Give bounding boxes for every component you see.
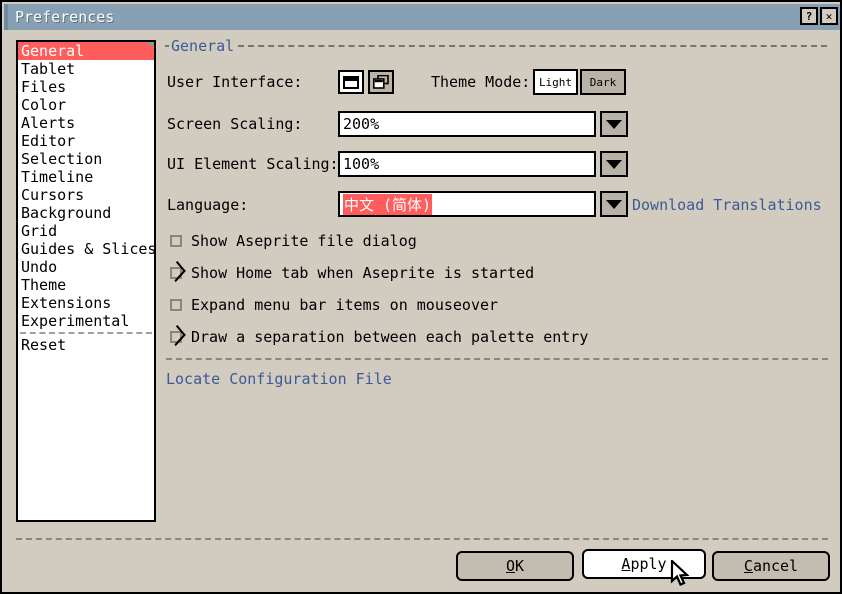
group-dash-right [238,45,827,47]
cancel-button-label: Cancel [743,557,799,575]
help-icon[interactable]: ? [800,7,818,25]
single-window-glyph [343,75,359,89]
multiple-windows-icon[interactable] [368,70,394,94]
chevron-down-glyph [606,119,622,129]
list-scrollbar[interactable] [148,42,154,46]
checkbox-label: Draw a separation between each palette e… [191,328,589,346]
sidebar-separator [20,332,152,334]
language-value: 中文 (简体) [343,193,433,215]
checkbox-box[interactable] [170,267,182,279]
checkbox-box[interactable] [170,331,182,343]
footer-separator [16,538,828,540]
group-box-header: General [165,36,827,56]
locate-configuration-file-link[interactable]: Locate Configuration File [166,370,392,388]
group-dash-left [165,45,169,47]
screen-scaling-label: Screen Scaling: [167,115,303,133]
sidebar-item-alerts[interactable]: Alerts [18,114,154,132]
ui-element-scaling-value[interactable]: 100% [338,151,596,177]
language-combobox[interactable]: 中文 (简体) [338,191,628,217]
chevron-down-icon[interactable] [600,111,628,137]
chevron-down-glyph [606,199,622,209]
chevron-down-glyph [606,159,622,169]
ok-button[interactable]: OK [456,551,574,581]
title-bar[interactable]: Preferences ? ✕ [4,4,840,30]
sidebar-item-extensions[interactable]: Extensions [18,294,154,312]
sidebar-item-tablet[interactable]: Tablet [18,60,154,78]
sidebar-item-experimental[interactable]: Experimental [18,312,154,330]
checkbox-show-home-tab[interactable]: Show Home tab when Aseprite is started [170,264,534,282]
single-window-icon[interactable] [338,70,364,94]
apply-button-label: Apply [621,555,667,573]
checkbox-label: Show Aseprite file dialog [191,232,417,250]
download-translations-link[interactable]: Download Translations [632,196,822,214]
ui-element-scaling-combobox[interactable]: 100% [338,151,628,177]
checkbox-box[interactable] [170,299,182,311]
checkbox-label: Expand menu bar items on mouseover [191,296,499,314]
sidebar-item-theme[interactable]: Theme [18,276,154,294]
language-value-field[interactable]: 中文 (简体) [338,191,596,217]
checkbox-expand-menu-bar[interactable]: Expand menu bar items on mouseover [170,296,498,314]
sidebar-item-editor[interactable]: Editor [18,132,154,150]
chevron-down-icon[interactable] [600,151,628,177]
preferences-section-list[interactable]: General Tablet Files Color Alerts Editor… [16,40,156,522]
theme-mode-dark-button[interactable]: Dark [580,69,626,95]
sidebar-item-background[interactable]: Background [18,204,154,222]
sidebar-item-grid[interactable]: Grid [18,222,154,240]
window-title: Preferences [15,8,115,26]
ui-element-scaling-label: UI Element Scaling: [167,155,339,173]
checkbox-show-aseprite-file-dialog[interactable]: Show Aseprite file dialog [170,232,417,250]
close-icon[interactable]: ✕ [820,7,838,25]
sidebar-item-cursors[interactable]: Cursors [18,186,154,204]
sidebar-item-reset[interactable]: Reset [18,336,154,354]
sidebar-item-guides-slices[interactable]: Guides & Slices [18,240,154,258]
checkbox-draw-palette-separation[interactable]: Draw a separation between each palette e… [170,328,588,346]
ok-button-label: OK [505,557,525,575]
checkbox-box[interactable] [170,235,182,247]
sidebar-item-timeline[interactable]: Timeline [18,168,154,186]
apply-button[interactable]: Apply [582,549,706,579]
title-bar-buttons: ? ✕ [800,7,838,25]
user-interface-label: User Interface: [167,73,303,91]
chevron-down-icon[interactable] [600,191,628,217]
theme-mode-light-button[interactable]: Light [533,69,578,95]
group-title: General [171,37,235,55]
sidebar-item-color[interactable]: Color [18,96,154,114]
theme-mode-label: Theme Mode: [431,73,531,91]
checkbox-label: Show Home tab when Aseprite is started [191,264,535,282]
content-separator [166,358,828,360]
screen-scaling-combobox[interactable]: 200% [338,111,628,137]
sidebar-item-undo[interactable]: Undo [18,258,154,276]
sidebar-item-files[interactable]: Files [18,78,154,96]
language-label: Language: [167,196,249,214]
sidebar-item-general[interactable]: General [18,42,154,60]
screen-scaling-value[interactable]: 200% [338,111,596,137]
cancel-button[interactable]: Cancel [712,551,830,581]
preferences-dialog: Preferences ? ✕ General Tablet Files Col… [0,0,842,594]
sidebar-item-selection[interactable]: Selection [18,150,154,168]
multiple-windows-glyph [373,75,389,89]
